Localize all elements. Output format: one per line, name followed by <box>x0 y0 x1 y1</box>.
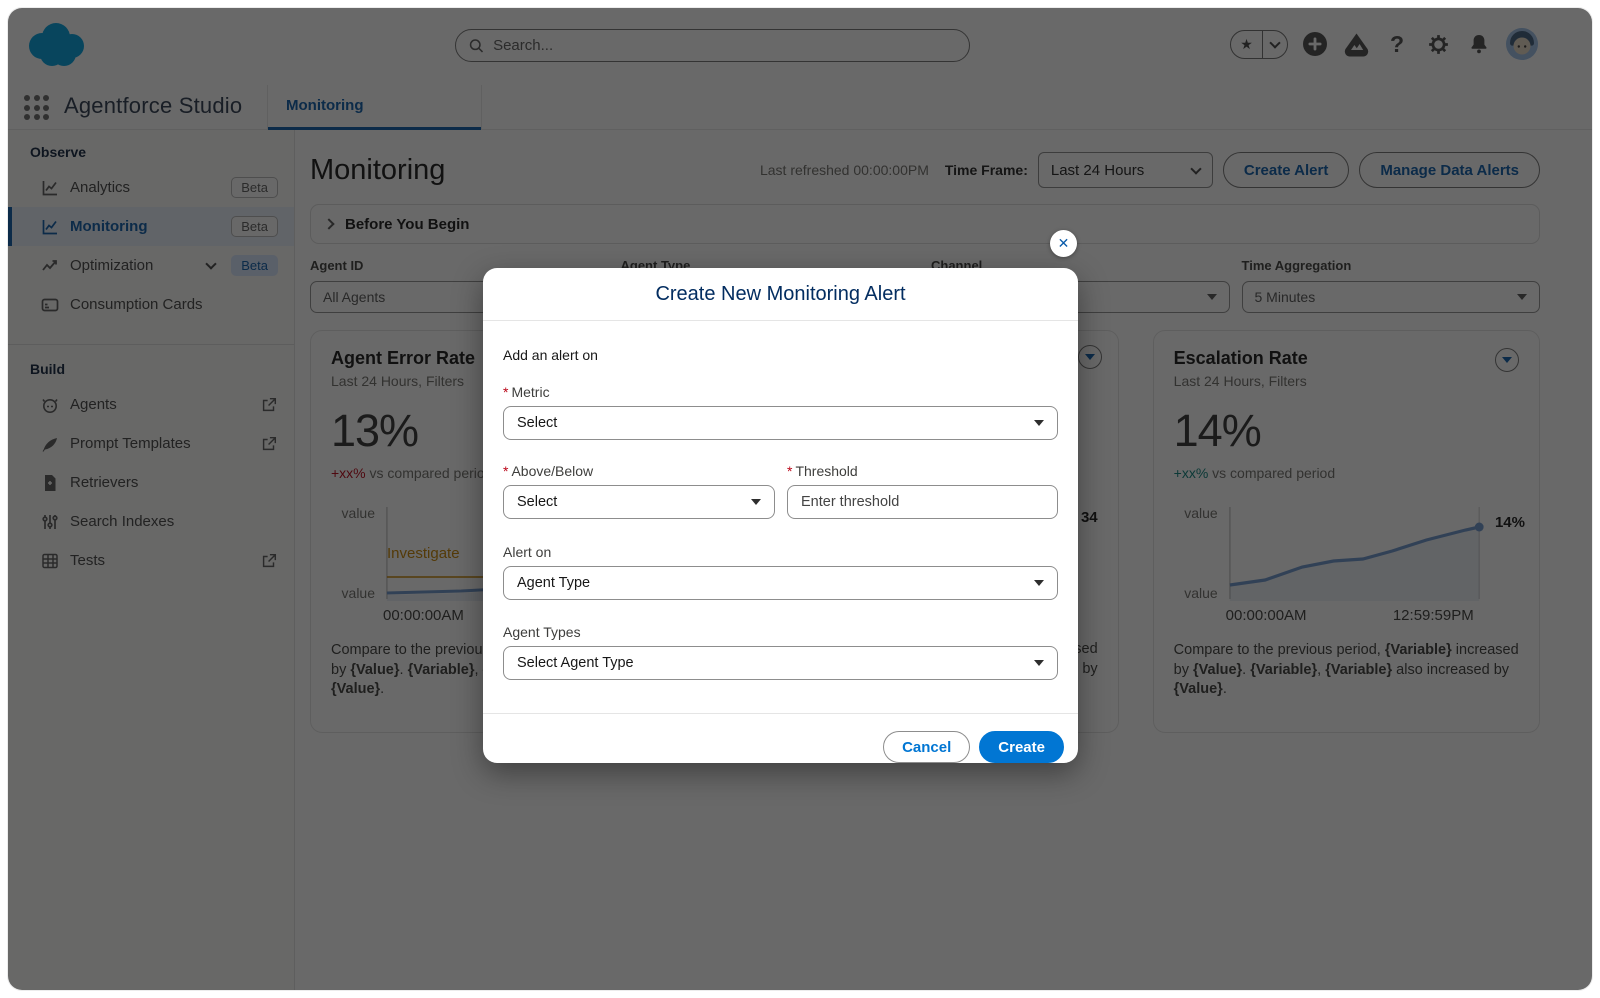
agent-types-field-label: Agent Types <box>503 624 1058 640</box>
above-below-select[interactable]: Select <box>503 485 775 519</box>
required-asterisk: * <box>787 463 792 479</box>
threshold-input[interactable] <box>801 494 1044 510</box>
modal-close-button[interactable]: ✕ <box>1050 230 1077 257</box>
required-asterisk: * <box>503 384 508 400</box>
alert-on-select[interactable]: Agent Type <box>503 566 1058 600</box>
metric-field-label: *Metric <box>503 384 1058 400</box>
modal-title: Create New Monitoring Alert <box>655 283 905 306</box>
dropdown-arrow-icon <box>751 499 761 505</box>
threshold-input-wrap <box>787 485 1058 519</box>
modal-intro: Add an alert on <box>503 347 1058 363</box>
dropdown-arrow-icon <box>1034 420 1044 426</box>
alert-on-field-label: Alert on <box>503 544 1058 560</box>
dropdown-arrow-icon <box>1034 580 1044 586</box>
agent-types-select[interactable]: Select Agent Type <box>503 646 1058 680</box>
above-below-field-label: *Above/Below <box>503 463 775 479</box>
create-alert-modal: Create New Monitoring Alert Add an alert… <box>483 268 1078 763</box>
app-window: ★ ? <box>8 8 1592 990</box>
threshold-field-label: *Threshold <box>787 463 1058 479</box>
dropdown-arrow-icon <box>1034 660 1044 666</box>
required-asterisk: * <box>503 463 508 479</box>
create-button[interactable]: Create <box>979 731 1064 763</box>
metric-select[interactable]: Select <box>503 406 1058 440</box>
cancel-button[interactable]: Cancel <box>883 731 970 763</box>
